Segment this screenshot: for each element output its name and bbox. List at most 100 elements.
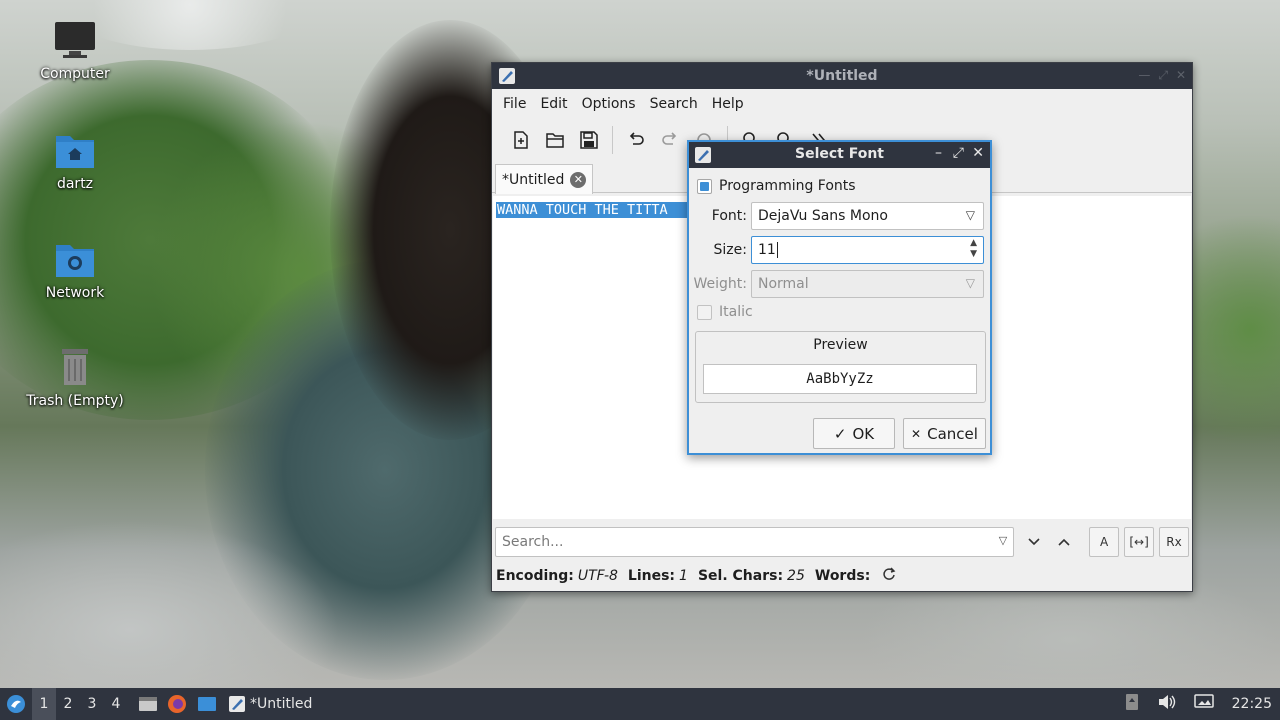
firefox-icon[interactable] bbox=[162, 694, 192, 714]
preview-group: Preview AaBbYyZz bbox=[695, 331, 986, 403]
minimize-icon[interactable]: – bbox=[935, 145, 942, 161]
tab-untitled[interactable]: *Untitled ✕ bbox=[495, 164, 593, 194]
close-icon: ✕ bbox=[911, 426, 922, 441]
dialog-titlebar[interactable]: Select Font – ⤢ ✕ bbox=[689, 142, 990, 168]
maximize-icon[interactable]: ⤢ bbox=[953, 145, 964, 161]
select-font-dialog: Select Font – ⤢ ✕ Programming Fonts Font… bbox=[687, 140, 992, 455]
menu-edit[interactable]: Edit bbox=[533, 96, 574, 112]
programming-fonts-label: Programming Fonts bbox=[719, 178, 856, 194]
whole-word-button[interactable]: [↔] bbox=[1124, 527, 1155, 557]
menu-help[interactable]: Help bbox=[705, 96, 751, 112]
words-label: Words: bbox=[814, 568, 871, 584]
desktop-icon-label: Computer bbox=[40, 66, 110, 82]
menu-file[interactable]: File bbox=[496, 96, 533, 112]
home-folder-icon bbox=[53, 128, 97, 172]
preview-title: Preview bbox=[813, 337, 868, 353]
font-row: Font: DejaVu Sans Mono ▽ bbox=[689, 202, 984, 230]
window-title: *Untitled bbox=[806, 68, 878, 84]
find-previous-button[interactable] bbox=[1049, 527, 1079, 557]
close-icon[interactable]: ✕ bbox=[972, 145, 984, 161]
clock[interactable]: 22:25 bbox=[1232, 696, 1272, 712]
show-desktop-icon[interactable] bbox=[192, 695, 222, 713]
chevron-down-icon: ▽ bbox=[965, 208, 975, 222]
chevron-down-icon: ▽ bbox=[965, 276, 975, 290]
chevron-up-icon bbox=[1058, 538, 1070, 546]
notification-icon[interactable] bbox=[1124, 693, 1140, 715]
regex-button[interactable]: Rx bbox=[1159, 527, 1189, 557]
whole-word-icon: [↔] bbox=[1129, 535, 1149, 549]
save-icon[interactable] bbox=[572, 124, 606, 156]
size-row: Size: 11 ▲ ▼ bbox=[689, 236, 984, 264]
menubar: File Edit Options Search Help bbox=[492, 89, 1192, 119]
lines-value: 1 bbox=[679, 568, 688, 584]
taskbar: 1 2 3 4 *Untitled 22:25 bbox=[0, 688, 1280, 720]
find-next-button[interactable] bbox=[1019, 527, 1049, 557]
ok-button[interactable]: ✓ OK bbox=[813, 418, 895, 449]
programming-fonts-checkbox[interactable] bbox=[697, 178, 712, 194]
cancel-button[interactable]: ✕ Cancel bbox=[903, 418, 986, 449]
text-cursor bbox=[776, 242, 778, 258]
desktop-icon-network[interactable]: Network bbox=[25, 237, 125, 301]
tab-label: *Untitled bbox=[502, 171, 565, 188]
display-icon[interactable] bbox=[1193, 694, 1214, 714]
match-case-button[interactable]: A bbox=[1089, 527, 1120, 557]
programming-fonts-row: Programming Fonts bbox=[697, 178, 856, 194]
ok-label: OK bbox=[852, 424, 875, 443]
menu-search[interactable]: Search bbox=[643, 96, 705, 112]
network-folder-icon bbox=[53, 237, 97, 281]
search-input[interactable]: Search... ▽ bbox=[495, 527, 1015, 557]
refresh-icon[interactable] bbox=[882, 567, 896, 585]
size-label: Size: bbox=[713, 242, 747, 258]
minimize-icon[interactable]: — bbox=[1138, 68, 1150, 83]
close-icon[interactable]: ✕ bbox=[1176, 68, 1186, 83]
desktop-icon-computer[interactable]: Computer bbox=[25, 18, 125, 82]
new-document-icon[interactable] bbox=[504, 124, 538, 156]
file-manager-icon[interactable] bbox=[134, 695, 162, 713]
desktop-icon-label: dartz bbox=[56, 176, 94, 192]
weight-select: Normal ▽ bbox=[751, 270, 984, 298]
trash-icon bbox=[53, 345, 97, 389]
italic-checkbox bbox=[697, 304, 712, 320]
maximize-icon[interactable]: ⤢ bbox=[1158, 68, 1168, 83]
task-untitled[interactable]: *Untitled bbox=[228, 695, 312, 713]
workspace-3[interactable]: 3 bbox=[80, 696, 104, 712]
chevron-down-icon[interactable]: ▽ bbox=[999, 534, 1007, 547]
italic-label: Italic bbox=[719, 304, 753, 320]
redo-icon[interactable] bbox=[653, 124, 687, 156]
desktop-icon-label: Network bbox=[45, 285, 105, 301]
size-value: 11 bbox=[758, 242, 776, 258]
weight-value: Normal bbox=[758, 276, 809, 292]
cancel-label: Cancel bbox=[927, 424, 978, 443]
selected-text-line: WANNA TOUCH THE TITTA bbox=[496, 202, 687, 218]
font-select[interactable]: DejaVu Sans Mono ▽ bbox=[751, 202, 984, 230]
open-folder-icon[interactable] bbox=[538, 124, 572, 156]
desktop-icon-trash[interactable]: Trash (Empty) bbox=[25, 345, 125, 409]
system-tray: 22:25 bbox=[1124, 688, 1272, 720]
toolbar-separator bbox=[612, 126, 613, 154]
volume-icon[interactable] bbox=[1158, 694, 1176, 714]
italic-row: Italic bbox=[697, 304, 753, 320]
dialog-title: Select Font bbox=[794, 146, 884, 162]
weight-label: Weight: bbox=[693, 276, 748, 292]
workspace-1[interactable]: 1 bbox=[32, 688, 56, 720]
undo-icon[interactable] bbox=[619, 124, 653, 156]
font-value: DejaVu Sans Mono bbox=[758, 208, 888, 224]
workspace-4[interactable]: 4 bbox=[104, 696, 128, 712]
desktop-icon-label: Trash (Empty) bbox=[26, 393, 124, 409]
task-label: *Untitled bbox=[250, 696, 313, 712]
menu-options[interactable]: Options bbox=[575, 96, 643, 112]
search-placeholder: Search... bbox=[502, 534, 564, 550]
check-icon: ✓ bbox=[833, 424, 847, 443]
tab-close-icon[interactable]: ✕ bbox=[570, 171, 587, 188]
selchars-value: 25 bbox=[787, 568, 805, 584]
desktop-icon-home[interactable]: dartz bbox=[25, 128, 125, 192]
computer-icon bbox=[53, 18, 97, 62]
selchars-label: Sel. Chars: bbox=[697, 568, 784, 584]
size-spinbox[interactable]: 11 ▲ ▼ bbox=[751, 236, 984, 264]
workspace-2[interactable]: 2 bbox=[56, 696, 80, 712]
match-case-icon: A bbox=[1099, 535, 1109, 549]
start-menu-icon[interactable] bbox=[0, 688, 32, 720]
window-titlebar[interactable]: *Untitled — ⤢ ✕ bbox=[492, 63, 1192, 89]
spin-arrows-icon[interactable]: ▲ ▼ bbox=[970, 238, 977, 260]
text-editor-icon bbox=[229, 696, 245, 712]
